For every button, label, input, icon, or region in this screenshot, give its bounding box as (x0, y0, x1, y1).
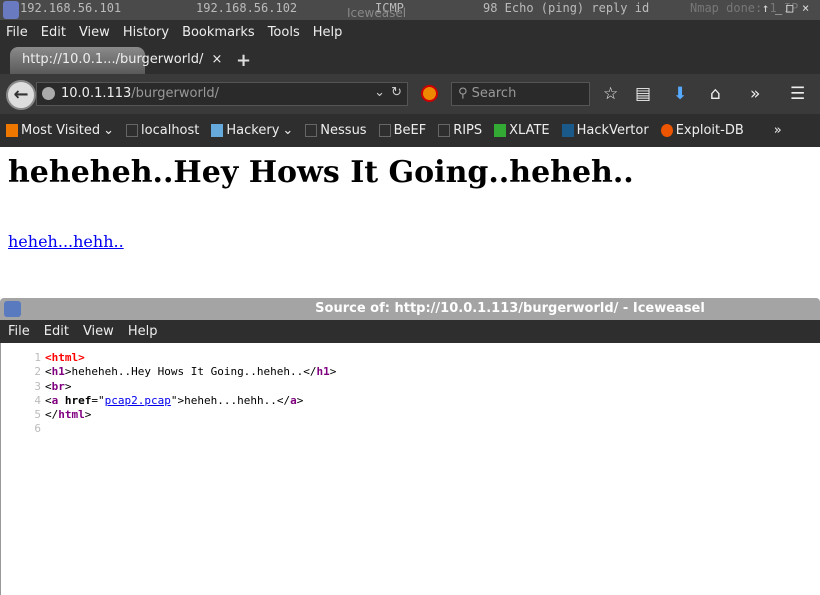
bookmarks-toolbar: Most Visited ⌄ localhost Hackery ⌄ Nessus … (0, 114, 820, 147)
bookmark-label: XLATE (509, 123, 550, 138)
source-menu-help[interactable]: Help (128, 324, 158, 339)
hamburger-menu-icon[interactable]: ☰ (790, 84, 805, 104)
bg-text: 98 Echo (ping) reply id (483, 1, 650, 15)
code-line: 5 </html> (34, 408, 92, 422)
minimize-button[interactable]: _ (775, 1, 782, 15)
bookmark-label: Most Visited (21, 123, 101, 138)
page-heading: heheheh..Hey Hows It Going..heheh.. (8, 155, 634, 190)
pcap-link[interactable]: heheh...hehh.. (8, 232, 124, 251)
app-icon (3, 1, 19, 19)
source-window-title: Source of: http://10.0.1.113/burgerworld… (315, 301, 705, 316)
source-menu-file[interactable]: File (8, 324, 30, 339)
hackvertor-icon (561, 124, 574, 137)
bookmark-label: Hackery (226, 123, 280, 138)
code-line: 3 <br> (34, 379, 72, 393)
code-line: 6 (34, 422, 41, 436)
code-line: 1 <html> (34, 351, 85, 364)
code-line: 4 <a href="pcap2.pcap">heheh...hehh..</a> (34, 393, 304, 407)
page-icon (378, 124, 391, 137)
most-visited-icon (6, 124, 18, 137)
menu-history[interactable]: History (123, 25, 169, 40)
home-icon[interactable]: ⌂ (710, 84, 721, 104)
noscript-icon[interactable] (421, 85, 438, 102)
url-host: 10.0.1.113 (61, 86, 132, 101)
menu-edit[interactable]: Edit (41, 25, 66, 40)
globe-icon (42, 87, 55, 100)
bookmark-beef[interactable]: BeEF (378, 123, 427, 138)
download-icon[interactable]: ⬇ (673, 84, 687, 104)
page-icon (305, 124, 318, 137)
bookmark-nessus[interactable]: Nessus (305, 123, 367, 138)
close-button[interactable]: × (802, 1, 809, 15)
url-bar[interactable]: 10.0.1.113/burgerworld/ ⌄ ↻ (36, 82, 408, 106)
reload-icon[interactable]: ↻ (391, 85, 402, 100)
bookmark-rips[interactable]: RIPS (438, 123, 482, 138)
menu-tools[interactable]: Tools (268, 25, 300, 40)
bookmark-most-visited[interactable]: Most Visited ⌄ (6, 123, 114, 138)
source-menu-view[interactable]: View (83, 324, 114, 339)
window-title: Iceweasel (347, 6, 407, 20)
search-placeholder: Search (471, 86, 517, 101)
source-menu-edit[interactable]: Edit (44, 324, 69, 339)
bookmark-label: HackVertor (576, 123, 649, 138)
new-tab-button[interactable]: + (236, 50, 251, 71)
pin-button[interactable]: ↑ (762, 1, 769, 15)
menu-help[interactable]: Help (313, 25, 343, 40)
overflow-icon[interactable]: » (750, 84, 760, 104)
menu-bar: File Edit View History Bookmarks Tools H… (0, 20, 820, 44)
maximize-button[interactable]: □ (786, 1, 793, 15)
background-terminal: 192.168.56.101 192.168.56.102 ICMP 98 Ec… (0, 0, 820, 20)
dropdown-icon[interactable]: ⌄ (374, 85, 385, 100)
source-menu-bar: File Edit View Help (0, 320, 820, 343)
back-button[interactable]: ← (6, 80, 36, 110)
bookmark-xlate[interactable]: XLATE (494, 123, 550, 138)
bookmark-localhost[interactable]: localhost (126, 123, 199, 138)
search-input[interactable]: ⚲ Search (451, 82, 590, 106)
menu-file[interactable]: File (6, 25, 28, 40)
reading-list-icon[interactable]: ▤ (635, 84, 651, 104)
menu-bookmarks[interactable]: Bookmarks (182, 25, 255, 40)
source-code-view[interactable]: 1 <html> 2 <h1>heheheh..Hey Hows It Going.… (0, 343, 820, 595)
code-line: 2 <h1>heheheh..Hey Hows It Going..heheh..… (34, 365, 337, 379)
page-icon (438, 124, 451, 137)
menu-view[interactable]: View (79, 25, 110, 40)
tab-close-icon[interactable]: × (211, 52, 222, 67)
source-window-titlebar: Source of: http://10.0.1.113/burgerworld… (0, 298, 820, 320)
exploit-db-icon (660, 124, 673, 137)
bookmark-label: Nessus (320, 123, 367, 138)
bookmark-star-icon[interactable]: ☆ (603, 84, 618, 104)
app-icon (4, 301, 21, 317)
bookmark-label: BeEF (393, 123, 427, 138)
bg-text: 192.168.56.102 (196, 1, 298, 15)
bookmark-hackery[interactable]: Hackery ⌄ (211, 123, 293, 138)
folder-icon (211, 124, 224, 137)
xlate-icon (494, 124, 507, 137)
source-href-link[interactable]: pcap2.pcap (105, 394, 171, 407)
url-path: /burgerworld/ (131, 86, 220, 101)
tab-burgerworld[interactable]: http://10.0.1.../burgerworld/ × (10, 47, 222, 74)
bookmark-exploit-db[interactable]: Exploit-DB (660, 123, 744, 138)
bg-text: 192.168.56.101 (20, 1, 122, 15)
bookmark-label: Exploit-DB (675, 123, 744, 138)
tab-title: http://10.0.1.../burgerworld/ (22, 52, 204, 67)
bookmark-label: localhost (141, 123, 200, 138)
bookmark-hackvertor[interactable]: HackVertor (561, 123, 649, 138)
bookmark-label: RIPS (453, 123, 483, 138)
search-icon: ⚲ (458, 86, 472, 101)
page-icon (126, 124, 139, 137)
bookmarks-overflow-icon[interactable]: » (774, 123, 782, 138)
